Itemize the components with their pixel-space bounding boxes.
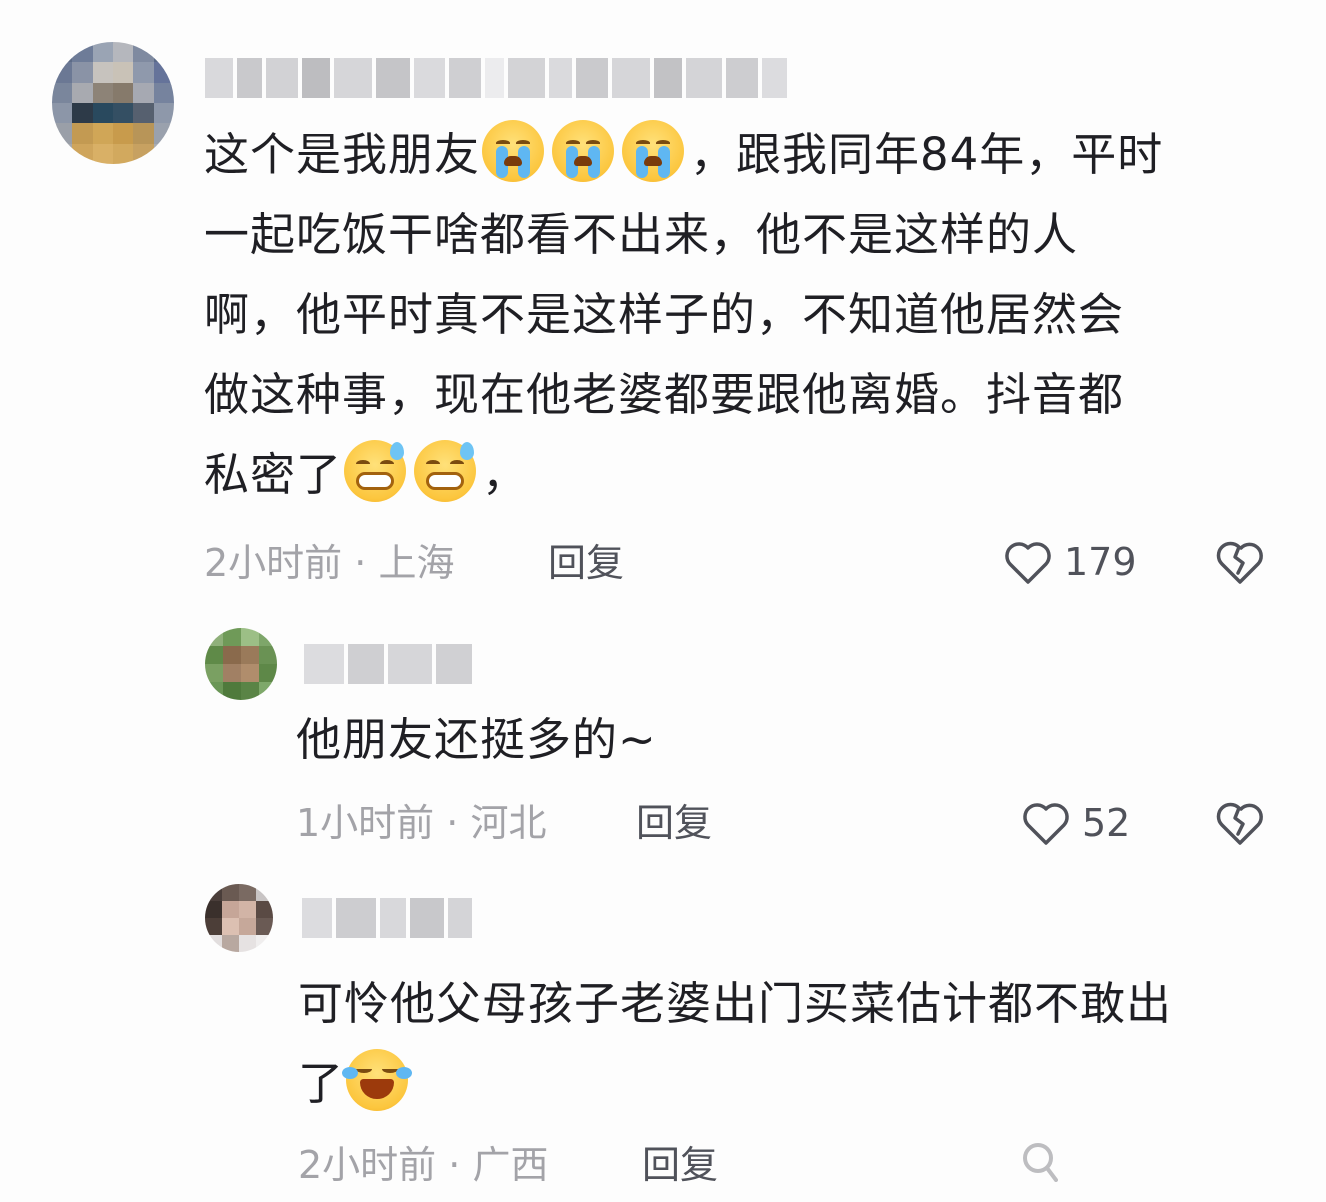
reply-item: 可怜他父母孩子老婆出门买菜估计都不敢出 了 2小时前 · 广西 回复: [0, 876, 1326, 1202]
avatar[interactable]: [52, 42, 174, 164]
crying-emoji-icon: [622, 120, 685, 182]
meta-separator: ·: [446, 801, 459, 845]
nervous-grin-emoji-icon: [344, 440, 407, 502]
timestamp: 2小时前: [298, 1143, 437, 1187]
location: 上海: [378, 541, 455, 585]
reply-button[interactable]: 回复: [642, 1140, 718, 1190]
comment-text: 这个是我朋友 ，跟我同年84年，平时 一起吃饭干啥都看不出来，他不是这样的人 啊，…: [204, 115, 1284, 515]
nervous-grin-emoji-icon: [414, 440, 477, 502]
crying-emoji-icon: [552, 120, 615, 182]
comment-text: 可怜他父母孩子老婆出门买菜估计都不敢出 了: [298, 977, 1173, 1111]
location: 广西: [472, 1143, 549, 1187]
like-count: 179: [1064, 540, 1137, 584]
comment-item: 这个是我朋友 ，跟我同年84年，平时 一起吃饭干啥都看不出来，他不是这样的人 啊，…: [0, 0, 1326, 610]
like-button[interactable]: 179: [1002, 537, 1137, 587]
username-blurred[interactable]: [302, 898, 472, 938]
watermark-search-icon: [1023, 1143, 1058, 1182]
comment-list: 这个是我朋友 ，跟我同年84年，平时 一起吃饭干啥都看不出来，他不是这样的人 啊，…: [0, 0, 1326, 1202]
heart-outline-icon: [1023, 803, 1069, 845]
laughing-tears-emoji-icon: [342, 1049, 413, 1111]
reply-item: 他朋友还挺多的~ 1小时前 · 河北 回复 52: [0, 620, 1326, 870]
username-blurred[interactable]: [304, 644, 472, 684]
dislike-button[interactable]: [1214, 537, 1266, 587]
heart-outline-icon: [1005, 542, 1051, 584]
timestamp: 2小时前: [204, 541, 343, 585]
comment-meta: 2小时前 · 广西: [298, 1140, 548, 1190]
broken-heart-icon: [1216, 541, 1263, 584]
dislike-button[interactable]: [1214, 798, 1266, 848]
comment-text: 他朋友还挺多的~: [296, 713, 657, 766]
reply-button[interactable]: 回复: [636, 798, 712, 848]
like-button[interactable]: 52: [1020, 798, 1130, 848]
comment-meta: 1小时前 · 河北: [296, 798, 546, 848]
location: 河北: [470, 801, 547, 845]
comment-meta: 2小时前 · 上海: [204, 538, 454, 588]
reply-button[interactable]: 回复: [548, 538, 624, 588]
avatar[interactable]: [205, 628, 277, 700]
meta-separator: ·: [448, 1143, 461, 1187]
like-count: 52: [1082, 801, 1131, 845]
broken-heart-icon: [1216, 802, 1263, 845]
timestamp: 1小时前: [296, 801, 435, 845]
avatar[interactable]: [205, 884, 273, 952]
meta-separator: ·: [354, 541, 367, 585]
crying-emoji-icon: [482, 120, 545, 182]
username-blurred[interactable]: [205, 58, 788, 98]
